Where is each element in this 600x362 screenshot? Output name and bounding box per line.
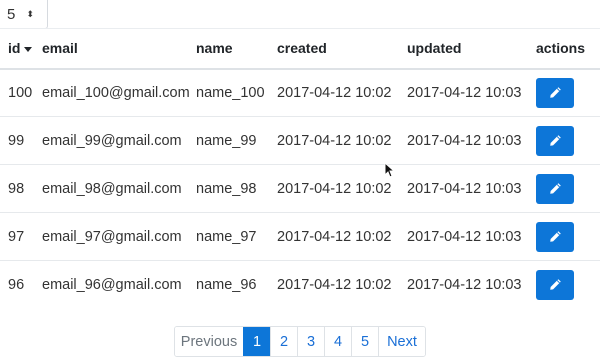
pagination-page-3[interactable]: 3: [297, 327, 324, 356]
column-header-updated: updated: [407, 28, 536, 70]
cell-name: name_99: [196, 116, 277, 165]
pencil-icon: [549, 135, 561, 146]
cell-updated: 2017-04-12 10:03: [407, 212, 536, 261]
mouse-cursor-icon: [384, 162, 394, 178]
table-header-row: id email name created updated actions: [0, 28, 600, 70]
pencil-icon: [549, 183, 561, 194]
select-updown-icon: ⬍: [26, 8, 34, 19]
pagination-previous[interactable]: Previous: [175, 327, 243, 356]
pagination-next[interactable]: Next: [378, 327, 425, 356]
cell-actions: [536, 116, 600, 165]
cell-created: 2017-04-12 10:02: [277, 84, 392, 101]
column-header-actions: actions: [536, 28, 600, 70]
page-size-select[interactable]: 5 ⬍: [0, 0, 48, 29]
cell-actions: [536, 260, 600, 309]
column-header-label: updated: [407, 40, 462, 57]
pagination-page-5[interactable]: 5: [351, 327, 378, 356]
cell-actions: [536, 212, 600, 261]
column-header-id[interactable]: id: [0, 28, 42, 70]
cell-actions: [536, 69, 600, 117]
table-row: 96 email_96@gmail.com name_96 2017-04-12 10…: [0, 260, 600, 309]
pencil-icon: [549, 279, 561, 291]
cell-name: name_97: [196, 212, 277, 261]
column-header-created: created: [277, 28, 407, 70]
cell-created: 2017-04-12 10:02: [277, 116, 407, 165]
cell-updated: 2017-04-12 10:03: [407, 116, 536, 165]
cell-id: 96: [0, 260, 42, 309]
cell-created: 2017-04-12 10:02: [277, 212, 407, 261]
cell-email: email_96@gmail.com: [42, 260, 196, 309]
column-header-email: email: [42, 28, 196, 70]
cell-id: 97: [0, 212, 42, 261]
cell-name: name_98: [196, 164, 277, 213]
table-row: 98 email_98@gmail.com name_98 2017-04-12 10…: [0, 164, 600, 213]
cell-email: email_100@gmail.com: [42, 84, 190, 101]
column-header-name: name: [196, 28, 277, 70]
cell-actions: [536, 164, 600, 213]
users-table: id email name created updated actions 10…: [0, 28, 600, 309]
table-row: 97 email_97@gmail.com name_97 2017-04-12 10…: [0, 212, 600, 261]
cell-id: 98: [0, 164, 42, 213]
pencil-icon: [549, 231, 561, 242]
cell-email: email_97@gmail.com: [42, 212, 196, 261]
column-header-label: id: [8, 40, 21, 57]
edit-button[interactable]: [536, 173, 574, 204]
table-row: 99 email_99@gmail.com name_99 2017-04-12 10…: [0, 116, 600, 165]
users-table-container: id email name created updated actions 10…: [0, 28, 600, 309]
cell-updated: 2017-04-12 10:03: [407, 260, 536, 309]
column-header-label: name: [196, 40, 233, 57]
column-header-label: actions: [536, 40, 586, 57]
cell-id: 100: [8, 84, 33, 101]
cell-email: email_98@gmail.com: [42, 164, 196, 213]
page-size-value: 5: [7, 5, 16, 23]
edit-button[interactable]: [536, 221, 574, 252]
cell-updated: 2017-04-12 10:03: [407, 164, 536, 213]
column-header-label: created: [277, 40, 327, 57]
pagination-page-1[interactable]: 1: [243, 327, 270, 356]
cell-email: email_99@gmail.com: [42, 116, 196, 165]
pencil-icon: [549, 87, 561, 99]
pagination-page-2[interactable]: 2: [270, 327, 297, 356]
column-header-label: email: [42, 40, 78, 57]
edit-button[interactable]: [536, 269, 574, 300]
cell-name: name_96: [196, 260, 277, 309]
cell-id: 99: [0, 116, 42, 165]
pagination: Previous 1 2 3 4 5 Next: [174, 326, 426, 357]
table-row: 100 email_100@gmail.com name_100 2017-04-12…: [0, 69, 600, 117]
cell-name: name_100: [196, 84, 265, 101]
cell-updated: 2017-04-12 10:03: [407, 84, 522, 101]
sort-desc-icon: [24, 47, 33, 53]
pagination-page-4[interactable]: 4: [324, 327, 351, 356]
cell-created: 2017-04-12 10:02: [277, 260, 407, 309]
edit-button[interactable]: [536, 125, 574, 156]
edit-button[interactable]: [536, 77, 574, 108]
